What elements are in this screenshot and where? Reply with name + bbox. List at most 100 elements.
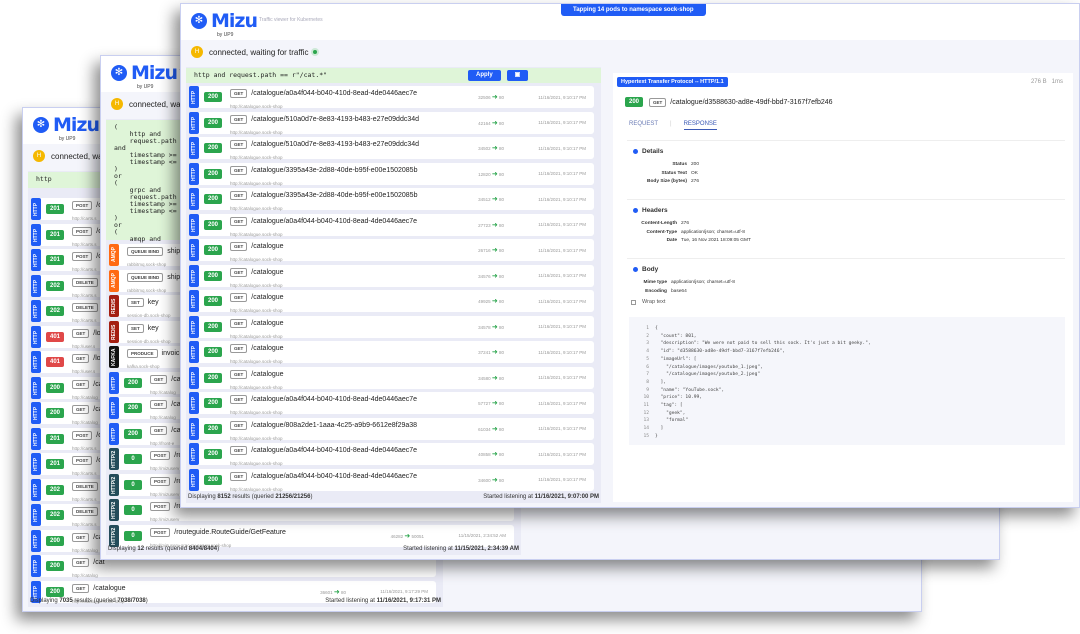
entry-row[interactable]: HTTP 200 GET/catalogue http://catalogue.s… [189,366,594,390]
protocol-badge: HTTP [31,325,41,348]
entry-path: ship [167,248,181,256]
status-badge: 200 [46,561,64,571]
entry-service: http://catalogue.sock-shop [230,359,283,364]
protocol-badge: REDIS [109,320,119,343]
entry-row[interactable]: HTTP 200 GET/catalogue/808a2de1-1aaa-4c25… [189,417,594,441]
ports: 27723 ➜ 80 [478,221,504,229]
status-badge: 200 [124,403,142,413]
query-help-button[interactable]: ▣ [506,70,529,81]
entry-service: http://catalogue.sock-shop [230,486,283,492]
tab-request[interactable]: REQUEST [629,121,658,130]
entry-path: /catalogue/808a2de1-1aaa-4c25-a9b9-6612e… [251,421,418,429]
entry-timestamp: 11/16/2021, 9:17:29 PM [380,589,428,594]
entry-timestamp: 11/16/2021, 9:10:17 PM [538,120,586,125]
method-badge: DELETE [72,481,98,491]
method-badge: POST [72,456,93,466]
protocol-badge: HTTP [189,315,199,338]
entry-path: /catalogue/3395a43e-2d88-40de-b95f-e00e1… [251,192,418,200]
entry-row[interactable]: HTTP 200 GET/catalogue http://catalogue.s… [189,264,594,288]
protocol-badge: HTTP [189,137,199,159]
protocol-badge: HTTP [31,453,41,475]
status-badge: 200 [204,117,222,128]
ports: 34580 ➜ 80 [478,374,504,382]
status-badge: 202 [46,280,64,291]
protocol-badge: HTTP [189,366,199,389]
protocol-badge: HTTP [189,468,199,491]
entry-service: http://catalogue.sock-shop [230,180,283,186]
tab-response[interactable]: RESPONSE [683,121,717,130]
code-line: 9 "name": "YouTube.sock", [646,387,725,393]
entry-row[interactable]: HTTP 200 GET/catalogue/a0a4f044-b040-410d… [189,213,594,237]
status-badge: 201 [46,459,64,469]
entry-row[interactable]: HTTP 200 GET/catalogue http://catalogue.s… [189,290,594,313]
protocol-badge: HTTP [31,300,41,322]
entry-row[interactable]: HTTP 200 GET/catalogue/3395a43e-2d88-40de… [189,162,594,186]
entry-row[interactable]: HTTP 200 GET/catalogue/a0a4f044-b040-410d… [189,443,594,466]
details-toggle[interactable]: Details [633,148,1065,155]
entry-service: http://catalogue.sock-shop [230,129,283,135]
wrap-text-checkbox[interactable]: Wrap text [631,299,1065,305]
protocol-badge: HTTP [31,427,41,450]
protocol-badge: HTTP [189,86,199,108]
protocol-badge: HTTP [31,504,41,526]
code-line: 8 ], [646,379,667,385]
entry-service: http://mizuserv [150,517,180,522]
protocol-badge: HTTP [189,213,199,236]
arrow-right-icon: ➜ [491,94,498,101]
status-badge: 0 [124,505,142,515]
avatar: H [33,150,45,162]
entry-timestamp: 11/16/2021, 9:10:17 PM [538,171,586,176]
headers-toggle[interactable]: Headers [633,207,1065,214]
entry-path: /catalogue/a0a4f044-b040-410d-8ead-4de04… [251,396,418,404]
status-badge: 200 [204,270,222,281]
body-toggle[interactable]: Body [633,266,1065,273]
method-badge: GET [230,420,248,430]
entries-list: http and request.path == r"/cat.*" Apply… [186,67,601,503]
entry-row[interactable]: HTTP 200 GET/catalogue/a0a4f044-b040-410d… [189,468,594,492]
tapping-banner: Tapping 14 pods to namespace sock-shop [561,4,706,16]
protocol-badge: HTTP [31,529,41,552]
protocol-badge: HTTP [31,351,41,373]
kv-row: Status 200 [672,162,700,167]
entry-timestamp: 11/16/2021, 9:10:17 PM [538,145,586,151]
method-badge: GET [150,425,168,435]
entry-row[interactable]: HTTP/2 0 POST/routeguide.RouteGuide/GetFe… [109,524,514,548]
protocol-badge: HTTP [189,341,199,363]
entry-row[interactable]: HTTP 200 GET/catalogue/510a0d7e-8e83-4193… [189,111,594,135]
entry-summary: 200 GET /catalogue/d3588630-ad8e-49df-bb… [625,97,833,107]
query-input[interactable]: http and request.path == r"/cat.*" [186,68,601,83]
entry-service: http://catalogue.sock-shop [230,104,283,109]
entry-row[interactable]: HTTP 200 GET/catalogue http://catalogue.s… [189,315,594,339]
protocol-badge: HTTP [189,162,199,185]
code-line: 12 "geek", [643,410,686,416]
status-badge: 202 [46,510,64,520]
status-badge: 200 [46,586,64,597]
entry-row[interactable]: HTTP 200 GET/catalogue/3395a43e-2d88-40de… [189,188,594,211]
method-badge: GET [72,583,90,593]
entry-row[interactable]: HTTP 200 GET/catalogue/a0a4f044-b040-410d… [189,86,594,109]
protocol-badge: HTTP/2 [109,524,119,547]
entry-path: /catalogue [251,345,284,353]
code-line: 7 "/catalogue/images/youtube_2.jpeg" [646,372,761,378]
entry-path: /catalogue [251,268,284,276]
kv-row: Content-Type application/json; charset=ut… [646,229,745,235]
ports: 34600 ➜ 80 [478,476,504,484]
entry-timestamp: 11/16/2021, 9:10:17 PM [538,222,586,227]
status-badge: 200 [625,97,643,107]
apply-button[interactable]: Apply [468,70,501,81]
entry-timestamp: 11/16/2021, 9:10:17 PM [538,400,586,406]
status-badge: 202 [46,484,64,495]
method-badge: GET [72,354,90,364]
entry-row[interactable]: HTTP 200 GET/catalogue/a0a4f044-b040-410d… [189,392,594,415]
method-badge: GET [230,446,248,456]
ports: 32506 ➜ 80 [478,94,504,101]
entry-path: /catalogue [251,243,284,251]
method-badge: GET [72,558,90,568]
entry-row[interactable]: HTTP 200 GET/catalogue/510a0d7e-8e83-4193… [189,137,594,160]
entry-service: http://catalogue.sock-shop [230,410,283,415]
entry-row[interactable]: HTTP 200 GET/catalogue http://catalogue.s… [189,239,594,262]
kv-row: Body Size (bytes) 276 [647,179,700,184]
protocol-badge: HTTP [189,188,199,210]
entry-row[interactable]: HTTP 200 GET/catalogue http://catalogue.s… [189,341,594,364]
protocol-badge: HTTP [189,264,199,287]
